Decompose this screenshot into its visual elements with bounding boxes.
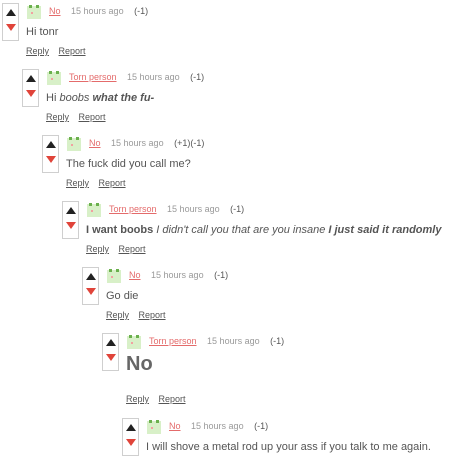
- author-link[interactable]: Torn person: [109, 204, 157, 214]
- score: (-1): [190, 72, 205, 82]
- comment-actions: Reply Report: [26, 46, 93, 56]
- downvote-arrow-icon[interactable]: [46, 156, 56, 163]
- upvote-arrow-icon[interactable]: [106, 339, 116, 346]
- score: (+1)(-1): [174, 138, 205, 148]
- timestamp: 15 hours ago: [191, 421, 244, 431]
- author-link[interactable]: No: [89, 138, 101, 148]
- report-link[interactable]: Report: [59, 46, 86, 56]
- comment: Torn person 15 hours ago (-1) No Reply R…: [102, 333, 442, 404]
- downvote-arrow-icon[interactable]: [126, 439, 136, 446]
- comment-meta: No 15 hours ago (-1): [49, 6, 148, 16]
- comment-thread: No 15 hours ago (-1) Hi tonr Reply Repor…: [0, 0, 458, 458]
- score: (-1): [134, 6, 149, 16]
- report-link[interactable]: Report: [119, 244, 146, 254]
- vote-box: [62, 201, 79, 239]
- vote-box: [2, 3, 19, 41]
- report-link[interactable]: Report: [79, 112, 106, 122]
- vote-box: [122, 418, 139, 456]
- comment-body: Go die: [106, 290, 139, 302]
- body-text: Hi: [46, 92, 60, 104]
- timestamp: 15 hours ago: [167, 204, 220, 214]
- comment-meta: No 15 hours ago (-1): [169, 421, 268, 431]
- author-link[interactable]: No: [169, 421, 181, 431]
- comment-meta: No 15 hours ago (-1): [129, 270, 228, 280]
- avatar: [146, 419, 162, 435]
- upvote-arrow-icon[interactable]: [26, 75, 36, 82]
- comment-actions: Reply Report: [126, 394, 193, 404]
- downvote-arrow-icon[interactable]: [26, 90, 36, 97]
- body-bold-text: I want boobs: [86, 224, 154, 236]
- score: (-1): [230, 204, 245, 214]
- upvote-arrow-icon[interactable]: [66, 207, 76, 214]
- comment: No 15 hours ago (-1) Hi tonr Reply Repor…: [2, 3, 442, 63]
- author-link[interactable]: No: [49, 6, 61, 16]
- comment-actions: Reply Report: [86, 244, 153, 254]
- comment: Torn person 15 hours ago (-1) Hi boobs w…: [22, 69, 442, 129]
- reply-link[interactable]: Reply: [46, 112, 69, 122]
- downvote-arrow-icon[interactable]: [6, 24, 16, 31]
- comment-actions: Reply Report: [46, 112, 113, 122]
- author-link[interactable]: No: [129, 270, 141, 280]
- vote-box: [22, 69, 39, 107]
- comment: No 15 hours ago (+1)(-1) The fuck did yo…: [42, 135, 442, 195]
- reply-link[interactable]: Reply: [86, 244, 109, 254]
- avatar: [106, 268, 122, 284]
- upvote-arrow-icon[interactable]: [126, 424, 136, 431]
- report-link[interactable]: Report: [159, 394, 186, 404]
- author-link[interactable]: Torn person: [149, 336, 197, 346]
- avatar: [46, 70, 62, 86]
- vote-box: [102, 333, 119, 371]
- comment: No 15 hours ago (-1) Go die Reply Report: [82, 267, 442, 327]
- comment-actions: Reply Report: [66, 178, 133, 188]
- author-link[interactable]: Torn person: [69, 72, 117, 82]
- avatar: [86, 202, 102, 218]
- comment-body: Hi boobs what the fu-: [46, 92, 154, 104]
- upvote-arrow-icon[interactable]: [86, 273, 96, 280]
- comment: Torn person 15 hours ago (-1) I want boo…: [62, 201, 442, 261]
- comment-body: I want boobs I didn't call you that are …: [86, 224, 441, 236]
- body-bold-italic-text: I just said it randomly: [328, 224, 442, 236]
- comment-meta: Torn person 15 hours ago (-1): [109, 204, 244, 214]
- timestamp: 15 hours ago: [151, 270, 204, 280]
- reply-link[interactable]: Reply: [26, 46, 49, 56]
- body-italic-text: boobs: [59, 92, 90, 104]
- reply-link[interactable]: Reply: [126, 394, 149, 404]
- timestamp: 15 hours ago: [71, 6, 124, 16]
- score: (-1): [270, 336, 285, 346]
- report-link[interactable]: Report: [99, 178, 126, 188]
- comment-body: Hi tonr: [26, 26, 59, 38]
- report-link[interactable]: Report: [139, 310, 166, 320]
- score: (-1): [214, 270, 229, 280]
- avatar: [26, 4, 42, 20]
- comment-meta: Torn person 15 hours ago (-1): [69, 72, 204, 82]
- reply-link[interactable]: Reply: [106, 310, 129, 320]
- comment-meta: No 15 hours ago (+1)(-1): [89, 138, 204, 148]
- upvote-arrow-icon[interactable]: [46, 141, 56, 148]
- comment-body: The fuck did you call me?: [66, 158, 191, 170]
- comment-body: No: [126, 353, 153, 375]
- comment-actions: Reply Report: [106, 310, 173, 320]
- comment: No 15 hours ago (-1) I will shove a meta…: [122, 418, 442, 458]
- downvote-arrow-icon[interactable]: [106, 354, 116, 361]
- vote-box: [42, 135, 59, 173]
- avatar: [66, 136, 82, 152]
- body-italic-text: I didn't call you that are you insane: [153, 224, 329, 236]
- timestamp: 15 hours ago: [111, 138, 164, 148]
- avatar: [126, 334, 142, 350]
- vote-box: [82, 267, 99, 305]
- comment-body: I will shove a metal rod up your ass if …: [146, 441, 431, 453]
- reply-link[interactable]: Reply: [66, 178, 89, 188]
- comment-meta: Torn person 15 hours ago (-1): [149, 336, 284, 346]
- body-bold-italic-text: what the fu-: [92, 92, 155, 104]
- upvote-arrow-icon[interactable]: [6, 9, 16, 16]
- downvote-arrow-icon[interactable]: [66, 222, 76, 229]
- score: (-1): [254, 421, 269, 431]
- downvote-arrow-icon[interactable]: [86, 288, 96, 295]
- timestamp: 15 hours ago: [207, 336, 260, 346]
- timestamp: 15 hours ago: [127, 72, 180, 82]
